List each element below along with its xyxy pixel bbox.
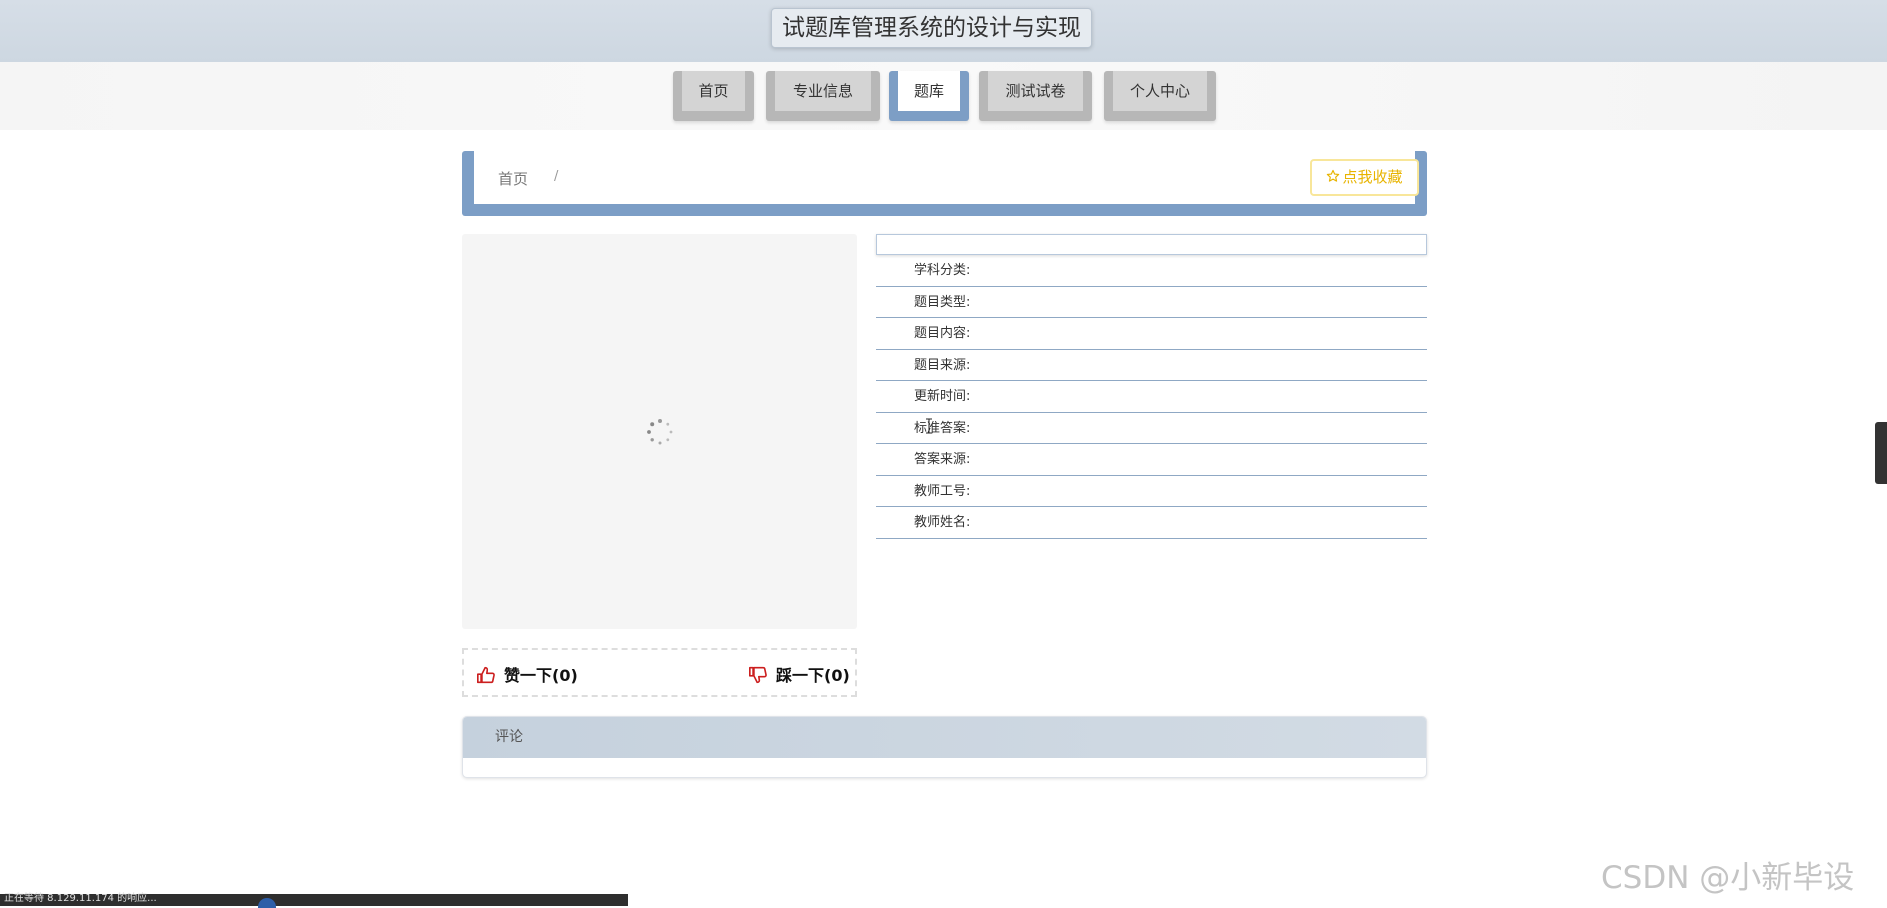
detail-row-standard-answer: 标准答案: [876,413,1427,444]
comment-section: 评论 [462,716,1427,778]
site-title: 试题库管理系统的设计与实现 [771,8,1092,48]
nav-item-major-info[interactable]: 专业信息 [766,71,880,121]
loading-spinner-icon [646,418,674,446]
breadcrumb-bar: 首页 / 点我收藏 [462,151,1427,216]
favorite-button-label: 点我收藏 [1342,168,1403,186]
nav-item-question-bank[interactable]: 题库 [889,71,969,121]
nav-item-personal-center[interactable]: 个人中心 [1104,71,1216,121]
detail-row-answer-source: 答案来源: [876,444,1427,476]
detail-label: 答案来源: [914,452,971,467]
like-count-label: 赞一下(0) [504,666,578,685]
nav-item-label: 专业信息 [775,71,871,111]
detail-row-teacher-id: 教师工号: [876,476,1427,507]
breadcrumb-home-link[interactable]: 首页 [498,168,528,189]
thumbs-up-icon [477,666,495,684]
nav-item-test-papers[interactable]: 测试试卷 [979,71,1092,121]
detail-row-teacher-name: 教师姓名: [876,507,1427,539]
dislike-button[interactable]: 踩一下(0) [748,662,850,686]
detail-label: 标准答案: [914,420,971,436]
detail-row-question-source: 题目来源: [876,350,1427,381]
vote-bar: 赞一下(0) 踩一下(0) [462,648,857,697]
detail-label: 题目类型: [914,294,971,310]
detail-label: 题目来源: [914,357,971,373]
breadcrumb-separator: / [554,169,559,184]
browser-status-bar: 正在等待 8.129.11.174 的响应... [0,893,628,908]
question-title [876,234,1427,255]
question-detail-list: 学科分类: 题目类型: 题目内容: 题目来源: 更新时间: 标准答案: 答案来源… [876,255,1427,539]
main-nav: 首页 专业信息 题库 测试试卷 个人中心 [0,62,1887,130]
watermark: CSDN @小新毕设 [1601,860,1855,896]
nav-item-label: 题库 [898,71,960,111]
nav-item-label: 测试试卷 [988,71,1083,111]
detail-row-question-content: 题目内容: [876,318,1427,350]
breadcrumb: 首页 / 点我收藏 [474,151,1419,204]
comment-title: 评论 [463,717,1426,758]
question-image-placeholder [462,234,857,629]
detail-label: 教师姓名: [914,515,971,530]
text-cursor-icon [925,418,932,434]
detail-row-question-type: 题目类型: [876,287,1427,318]
like-button[interactable]: 赞一下(0) [476,662,578,686]
detail-row-update-time: 更新时间: [876,381,1427,413]
site-header: 试题库管理系统的设计与实现 [0,0,1887,62]
nav-item-label: 个人中心 [1113,71,1207,111]
side-float-tab[interactable] [1875,422,1887,484]
status-text: 正在等待 8.129.11.174 的响应... [4,893,157,904]
detail-label: 学科分类: [914,263,971,278]
nav-item-home[interactable]: 首页 [673,71,754,121]
detail-label: 题目内容: [914,326,971,341]
detail-label: 更新时间: [914,389,971,404]
detail-row-subject: 学科分类: [876,255,1427,287]
thumbs-down-icon [748,666,767,684]
detail-label: 教师工号: [914,483,971,499]
star-outline-icon [1326,161,1340,194]
favorite-button[interactable]: 点我收藏 [1310,159,1419,196]
status-indicator-icon [258,898,276,908]
dislike-count-label: 踩一下(0) [776,666,850,685]
nav-item-label: 首页 [682,71,745,111]
